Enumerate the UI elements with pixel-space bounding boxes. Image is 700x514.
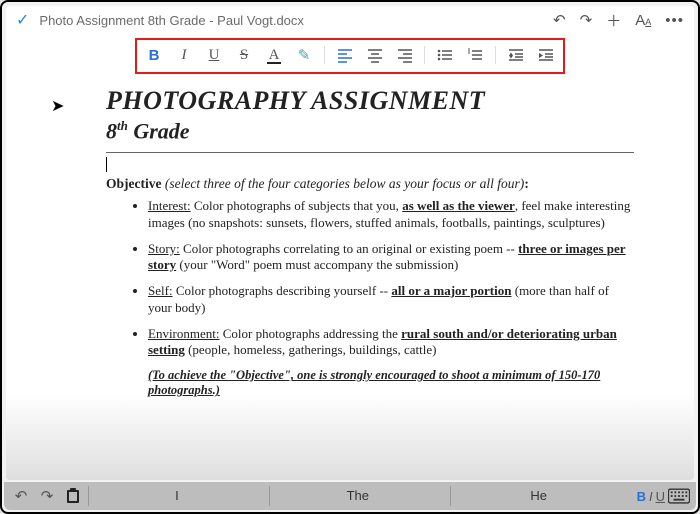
numbered-list-icon[interactable] (466, 46, 484, 64)
toolbar-separator (324, 46, 325, 64)
list-item: Interest: Color photographs of subjects … (148, 198, 634, 231)
clipboard-icon[interactable] (62, 485, 84, 507)
redo-icon[interactable]: ↷ (580, 11, 593, 29)
toolbar-align-group (336, 46, 414, 64)
text-caret (106, 157, 107, 172)
text-color-button[interactable]: A (265, 46, 283, 64)
objective-list: Interest: Color photographs of subjects … (148, 198, 634, 358)
bulleted-list-icon[interactable] (436, 46, 454, 64)
quick-italic-icon[interactable]: I (649, 489, 653, 504)
add-icon[interactable]: ＋ (606, 10, 621, 31)
suggestion-3[interactable]: He (450, 486, 627, 506)
document-title: Photo Assignment 8th Grade - Paul Vogt.d… (39, 13, 543, 28)
text-style-icon[interactable]: AA (635, 12, 651, 29)
bottom-right-controls: B I U (637, 485, 690, 507)
app-frame: ✓ Photo Assignment 8th Grade - Paul Vogt… (0, 0, 700, 514)
list-item: Environment: Color photographs addressin… (148, 326, 634, 359)
align-left-icon[interactable] (336, 46, 354, 64)
toolbar-separator (424, 46, 425, 64)
redo-icon[interactable]: ↷ (36, 485, 58, 507)
bottom-bar: ↶ ↷ I The He B I U (4, 482, 696, 510)
outdent-icon[interactable] (507, 46, 525, 64)
keyboard-icon[interactable] (668, 485, 690, 507)
doc-heading-1: PHOTOGRAPHY ASSIGNMENT (106, 86, 634, 116)
strikethrough-button[interactable]: S (235, 46, 253, 64)
horizontal-rule (106, 152, 634, 153)
quick-underline-icon[interactable]: U (656, 489, 665, 504)
toolbar-separator (495, 46, 496, 64)
highlight-button[interactable]: ✎ (295, 46, 313, 64)
editor-surface: ✓ Photo Assignment 8th Grade - Paul Vogt… (6, 6, 694, 480)
toolbar-list-group (436, 46, 484, 64)
undo-icon[interactable]: ↶ (10, 485, 32, 507)
italic-button[interactable]: I (175, 46, 193, 64)
undo-icon[interactable]: ↶ (553, 11, 566, 29)
top-bar-actions: ↶ ↷ ＋ AA ••• (553, 10, 684, 31)
document-body[interactable]: ➤ PHOTOGRAPHY ASSIGNMENT 8th Grade Objec… (6, 80, 694, 408)
format-toolbar-highlight: B I U S A ✎ (135, 38, 565, 74)
toolbar-indent-group (507, 46, 555, 64)
quick-bold-icon[interactable]: B (637, 489, 646, 504)
toolbar-text-group: B I U S A ✎ (145, 46, 313, 64)
bold-button[interactable]: B (145, 46, 163, 64)
objective-note: (To achieve the "Objective", one is stro… (148, 368, 634, 398)
suggestion-1[interactable]: I (88, 486, 265, 506)
align-right-icon[interactable] (396, 46, 414, 64)
mouse-cursor-icon: ➤ (51, 96, 64, 116)
list-item: Story: Color photographs correlating to … (148, 241, 634, 274)
doc-heading-2: 8th Grade (106, 118, 634, 144)
suggestion-2[interactable]: The (269, 486, 446, 506)
more-icon[interactable]: ••• (665, 12, 684, 29)
top-bar: ✓ Photo Assignment 8th Grade - Paul Vogt… (6, 6, 694, 34)
indent-icon[interactable] (537, 46, 555, 64)
align-center-icon[interactable] (366, 46, 384, 64)
list-item: Self: Color photographs describing yours… (148, 283, 634, 316)
underline-button[interactable]: U (205, 46, 223, 64)
done-check-icon[interactable]: ✓ (16, 10, 29, 30)
objective-line: Objective (select three of the four cate… (106, 176, 634, 192)
